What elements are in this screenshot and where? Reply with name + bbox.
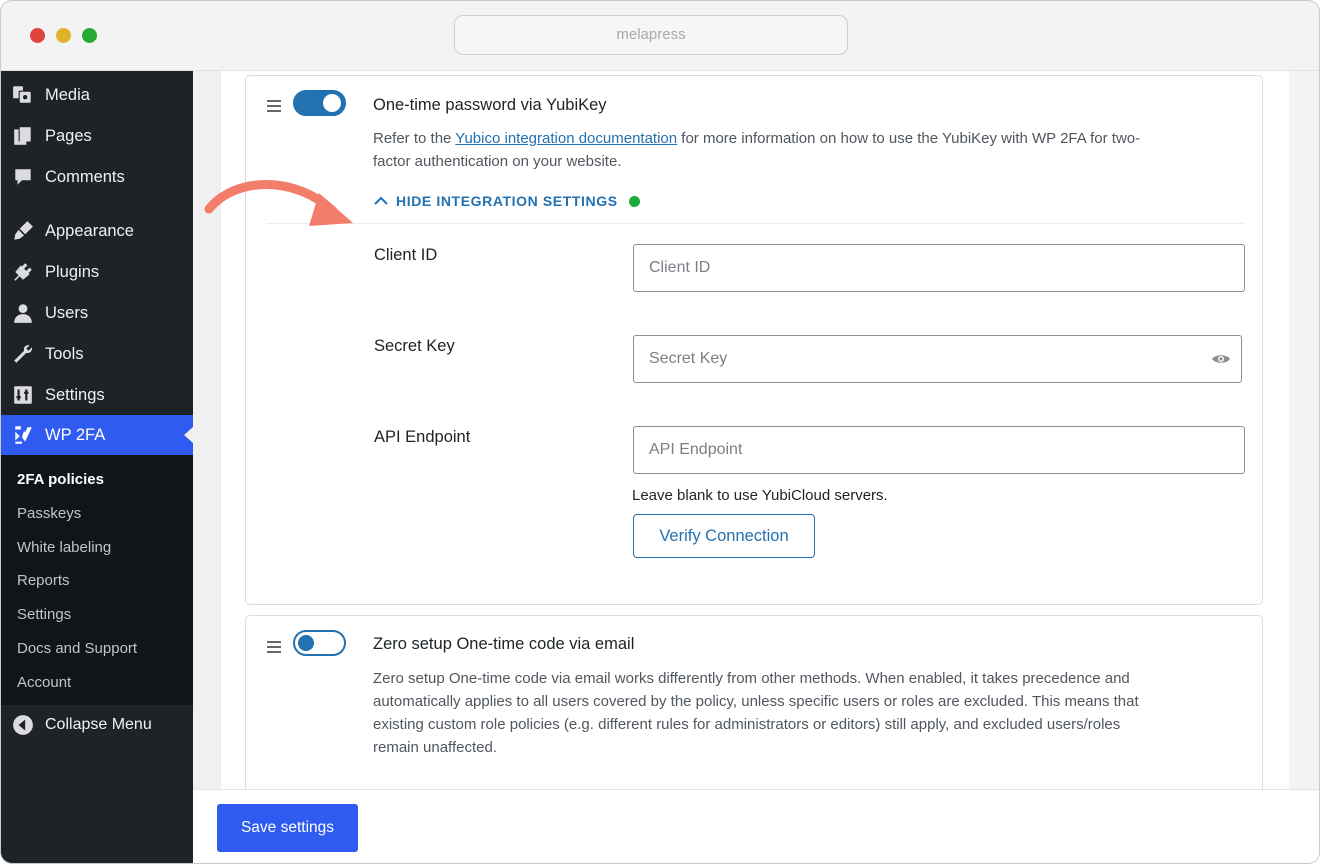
sidebar-item-label: Plugins	[45, 262, 100, 281]
sidebar-item-label: WP 2FA	[45, 425, 106, 444]
drag-handle-icon[interactable]	[267, 100, 281, 115]
verify-connection-button[interactable]: Verify Connection	[633, 514, 815, 558]
address-bar[interactable]: melapress	[454, 15, 848, 55]
collapse-menu-label: Collapse Menu	[45, 716, 152, 733]
yubikey-toggle[interactable]	[293, 90, 346, 116]
main-content: One-time password via YubiKey Refer to t…	[193, 71, 1319, 863]
divider	[266, 223, 1244, 224]
submenu-item-settings[interactable]: Settings	[17, 606, 71, 623]
scrollbar-track[interactable]	[1289, 71, 1319, 791]
sidebar-item-wp2fa[interactable]: WP 2FA	[1, 415, 193, 455]
sidebar-item-label: Pages	[45, 126, 92, 145]
sidebar-item-media[interactable]: Media	[1, 75, 193, 115]
sidebar-item-tools[interactable]: Tools	[1, 334, 193, 374]
hide-integration-settings-link[interactable]: HIDE INTEGRATION SETTINGS	[374, 193, 640, 209]
hide-integration-settings-label: HIDE INTEGRATION SETTINGS	[396, 193, 618, 209]
sidebar-item-label: Comments	[45, 167, 125, 186]
desc-line: existing custom role policies (e.g. diff…	[373, 716, 1121, 733]
sidebar-item-plugins[interactable]: Plugins	[1, 252, 193, 292]
pages-icon	[1, 116, 45, 156]
sidebar-item-comments[interactable]: Comments	[1, 157, 193, 197]
secret-key-label: Secret Key	[374, 337, 455, 355]
settings-icon	[1, 375, 45, 415]
desc-text: Refer to the	[373, 130, 456, 147]
yubikey-description: Refer to the Yubico integration document…	[373, 127, 1243, 173]
desc-text: factor authentication on your website.	[373, 153, 622, 170]
sidebar-item-appearance[interactable]: Appearance	[1, 211, 193, 251]
submenu-item-reports[interactable]: Reports	[17, 572, 70, 589]
secret-key-input[interactable]	[633, 335, 1242, 383]
wp2fa-submenu: 2FA policies Passkeys White labeling Rep…	[1, 455, 193, 705]
close-window-button[interactable]	[30, 28, 45, 43]
collapse-menu-button[interactable]: Collapse Menu	[1, 705, 193, 745]
email-method-description: Zero setup One-time code via email works…	[373, 667, 1243, 759]
desc-line: automatically applies to all users cover…	[373, 693, 1139, 710]
submenu-item-account[interactable]: Account	[17, 674, 71, 691]
submenu-item-white-labeling[interactable]: White labeling	[17, 539, 111, 556]
api-endpoint-label: API Endpoint	[374, 428, 471, 446]
collapse-icon	[1, 705, 45, 745]
comments-icon	[1, 157, 45, 197]
api-endpoint-input[interactable]	[633, 426, 1245, 474]
eye-icon[interactable]	[1211, 352, 1231, 366]
annotation-arrow-icon	[204, 180, 353, 226]
media-icon	[1, 75, 45, 115]
api-endpoint-help: Leave blank to use YubiCloud servers.	[632, 487, 888, 504]
email-method-title: Zero setup One-time code via email	[373, 635, 635, 653]
drag-handle-icon[interactable]	[267, 641, 281, 656]
submenu-item-2fa-policies[interactable]: 2FA policies	[17, 471, 104, 488]
client-id-label: Client ID	[374, 246, 438, 264]
sidebar-item-pages[interactable]: Pages	[1, 116, 193, 156]
desc-line: remain unaffected.	[373, 739, 497, 756]
wp2fa-icon	[1, 415, 45, 455]
connection-status-dot	[628, 195, 640, 207]
appearance-icon	[1, 211, 45, 251]
sidebar-item-label: Settings	[45, 385, 105, 404]
sidebar-item-label: Tools	[45, 344, 84, 363]
sidebar-item-label: Users	[45, 303, 89, 322]
desc-text: for more information on how to use the Y…	[677, 130, 1141, 147]
sidebar-item-settings[interactable]: Settings	[1, 375, 193, 415]
maximize-window-button[interactable]	[82, 28, 97, 43]
yubico-docs-link[interactable]: Yubico integration documentation	[455, 130, 677, 147]
client-id-input[interactable]	[633, 244, 1245, 292]
submenu-item-passkeys[interactable]: Passkeys	[17, 505, 81, 522]
title-bar: melapress	[1, 1, 1319, 71]
minimize-window-button[interactable]	[56, 28, 71, 43]
email-method-card: Zero setup One-time code via email Zero …	[245, 615, 1263, 815]
submenu-item-docs-support[interactable]: Docs and Support	[17, 640, 137, 657]
save-settings-button[interactable]: Save settings	[217, 804, 358, 852]
plugins-icon	[1, 252, 45, 292]
email-code-toggle[interactable]	[293, 630, 346, 656]
sidebar-item-label: Appearance	[45, 221, 134, 240]
desc-line: Zero setup One-time code via email works…	[373, 670, 1130, 687]
yubikey-title: One-time password via YubiKey	[373, 96, 607, 114]
active-indicator	[184, 427, 193, 443]
admin-sidebar: Media Pages Comments Appearance Plugins	[1, 71, 193, 863]
yubikey-method-card: One-time password via YubiKey Refer to t…	[245, 75, 1263, 605]
footer-bar: Save settings	[193, 789, 1319, 863]
browser-window: melapress Media Pages Comments Appearanc…	[0, 0, 1320, 864]
tools-icon	[1, 334, 45, 374]
chevron-up-icon	[374, 196, 388, 205]
users-icon	[1, 293, 45, 333]
sidebar-item-users[interactable]: Users	[1, 293, 193, 333]
sidebar-item-label: Media	[45, 85, 90, 104]
